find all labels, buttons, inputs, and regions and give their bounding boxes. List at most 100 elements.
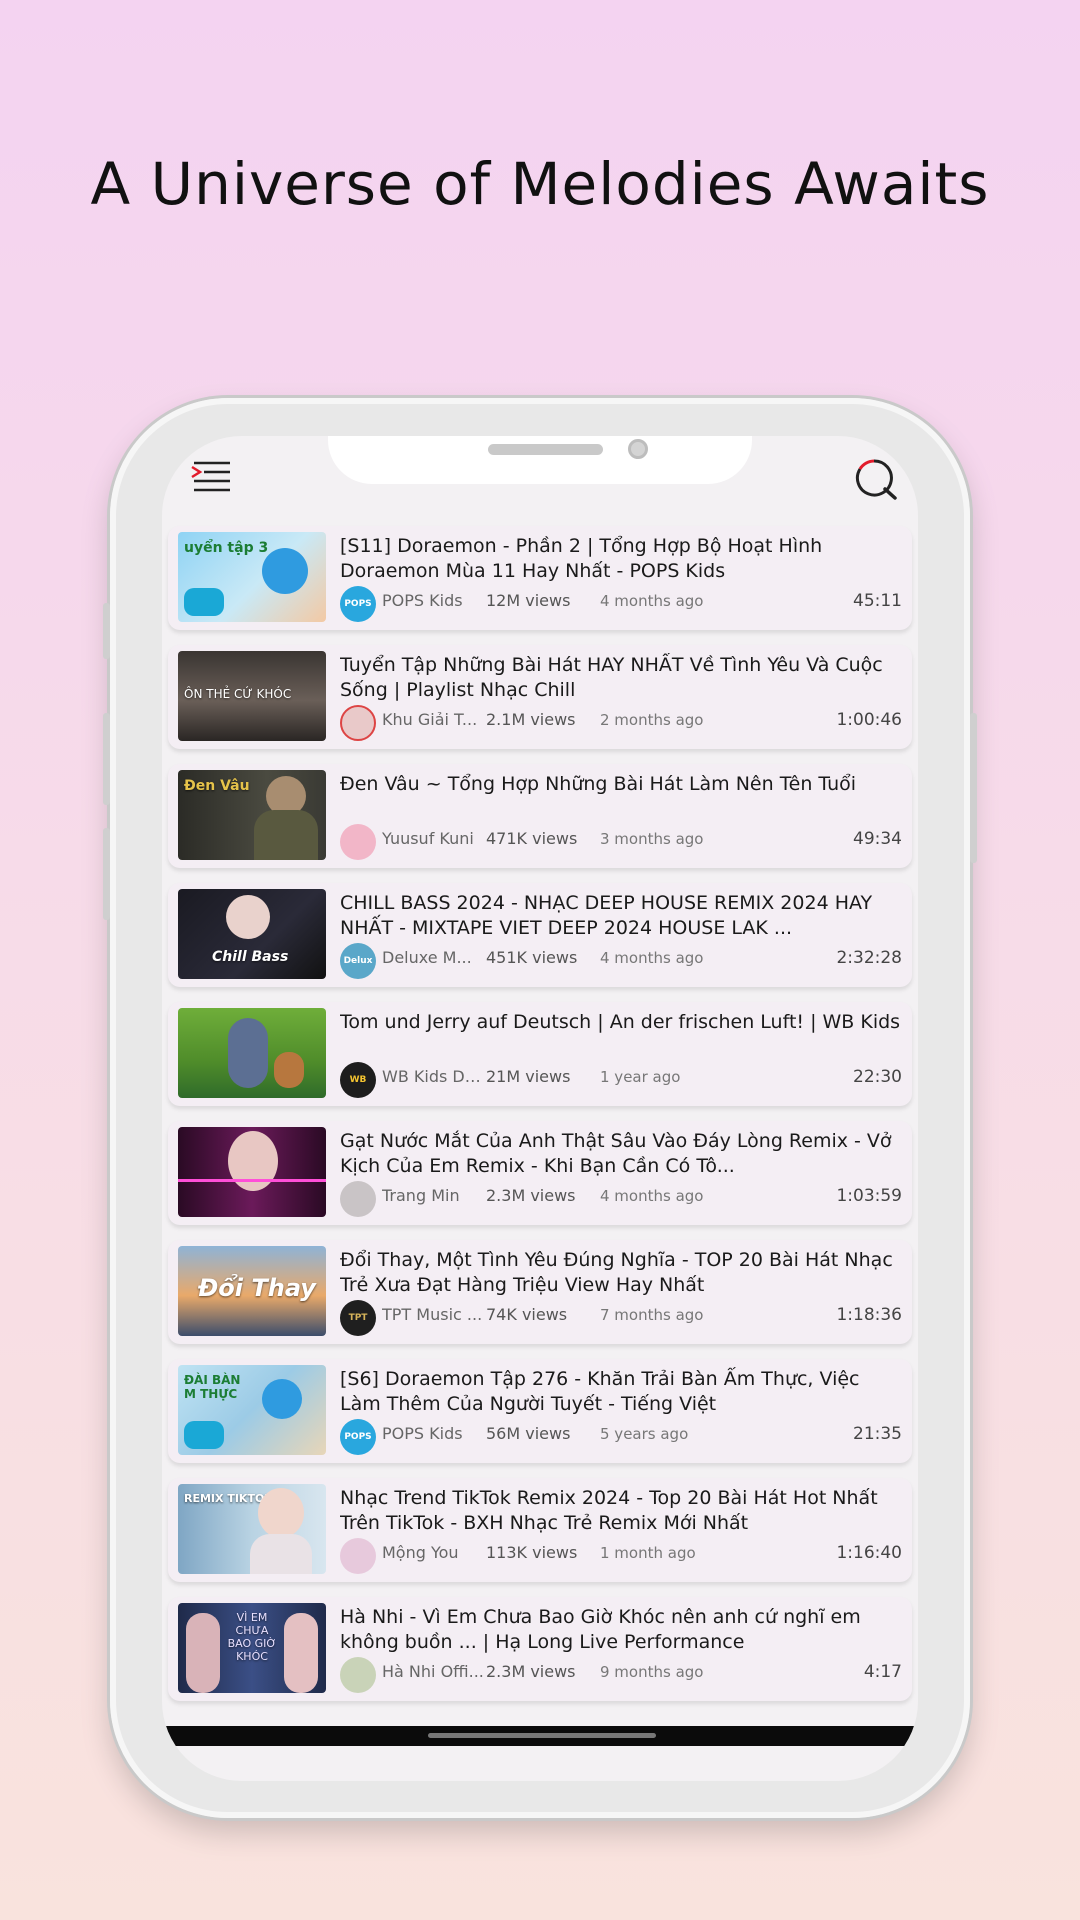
channel-name[interactable]: WB Kids Deu...	[382, 1067, 490, 1086]
channel-avatar[interactable]: Delux	[340, 943, 376, 979]
video-duration: 1:16:40	[836, 1543, 902, 1563]
volume-down-button	[103, 828, 110, 920]
upload-time: 4 months ago	[600, 1187, 704, 1205]
video-card[interactable]: uyển tập 3 [S11] Doraemon - Phần 2 | Tổn…	[168, 526, 912, 630]
view-count: 113K views	[486, 1543, 578, 1562]
channel-name[interactable]: POPS Kids	[382, 591, 490, 610]
channel-name[interactable]: Yuusuf Kuni	[382, 829, 490, 848]
notch	[328, 436, 752, 484]
video-card[interactable]: VÌ EM CHƯA BAO GIỜ KHÓC Hà Nhi - Vì Em C…	[168, 1597, 912, 1701]
video-thumbnail[interactable]: uyển tập 3	[178, 532, 326, 622]
channel-avatar[interactable]: POPS	[340, 586, 376, 622]
video-duration: 1:03:59	[836, 1186, 902, 1206]
video-thumbnail[interactable]: REMIX TIKTOK	[178, 1484, 326, 1574]
channel-avatar[interactable]	[340, 1181, 376, 1217]
view-count: 451K views	[486, 948, 578, 967]
app-screen: uyển tập 3 [S11] Doraemon - Phần 2 | Tổn…	[162, 436, 918, 1781]
front-camera	[628, 439, 648, 459]
video-card[interactable]: Đen Vâu Đen Vâu ~ Tổng Hợp Những Bài Hát…	[168, 764, 912, 868]
channel-avatar[interactable]: WB	[340, 1062, 376, 1098]
video-title[interactable]: [S11] Doraemon - Phần 2 | Tổng Hợp Bộ Ho…	[340, 534, 906, 584]
video-thumbnail[interactable]: Đen Vâu	[178, 770, 326, 860]
channel-avatar[interactable]: TPT	[340, 1300, 376, 1336]
video-duration: 4:17	[863, 1662, 902, 1682]
view-count: 2.3M views	[486, 1662, 576, 1681]
video-card[interactable]: Chill Bass CHILL BASS 2024 - NHẠC DEEP H…	[168, 883, 912, 987]
channel-name[interactable]: Trang Min	[382, 1186, 490, 1205]
video-title[interactable]: Gạt Nước Mắt Của Anh Thật Sâu Vào Đáy Lò…	[340, 1129, 906, 1179]
view-count: 2.3M views	[486, 1186, 576, 1205]
upload-time: 5 years ago	[600, 1425, 689, 1443]
channel-name[interactable]: Mộng You	[382, 1543, 490, 1562]
video-card[interactable]: Tom und Jerry auf Deutsch | An der frisc…	[168, 1002, 912, 1106]
channel-name[interactable]: Hà Nhi Offi...	[382, 1662, 490, 1681]
video-card[interactable]: ĐÀI BÀN M THỰC [S6] Doraemon Tập 276 - K…	[168, 1359, 912, 1463]
menu-icon[interactable]	[190, 460, 232, 494]
video-card[interactable]: REMIX TIKTOK Nhạc Trend TikTok Remix 202…	[168, 1478, 912, 1582]
channel-name[interactable]: Deluxe M...	[382, 948, 490, 967]
view-count: 56M views	[486, 1424, 571, 1443]
upload-time: 1 year ago	[600, 1068, 681, 1086]
video-duration: 2:32:28	[836, 948, 902, 968]
video-thumbnail[interactable]: Đổi Thay	[178, 1246, 326, 1336]
channel-avatar[interactable]: POPS	[340, 1419, 376, 1455]
video-duration: 21:35	[853, 1424, 902, 1444]
video-duration: 22:30	[853, 1067, 902, 1087]
channel-name[interactable]: TPT Music ...	[382, 1305, 490, 1324]
upload-time: 4 months ago	[600, 949, 704, 967]
channel-name[interactable]: POPS Kids	[382, 1424, 490, 1443]
video-duration: 49:34	[853, 829, 902, 849]
upload-time: 2 months ago	[600, 711, 704, 729]
video-thumbnail[interactable]	[178, 1127, 326, 1217]
thumbnail-text: ĐÀI BÀN M THỰC	[184, 1373, 241, 1401]
video-title[interactable]: [S6] Doraemon Tập 276 - Khăn Trải Bàn Ẩm…	[340, 1367, 906, 1417]
video-card[interactable]: Gạt Nước Mắt Của Anh Thật Sâu Vào Đáy Lò…	[168, 1121, 912, 1225]
volume-up-button	[103, 713, 110, 805]
channel-avatar[interactable]	[340, 705, 376, 741]
video-title[interactable]: Hà Nhi - Vì Em Chưa Bao Giờ Khóc nên anh…	[340, 1605, 906, 1655]
video-card[interactable]: Đổi Thay Đổi Thay, Một Tình Yêu Đúng Ngh…	[168, 1240, 912, 1344]
mute-switch	[103, 603, 110, 659]
upload-time: 9 months ago	[600, 1663, 704, 1681]
view-count: 74K views	[486, 1305, 568, 1324]
video-title[interactable]: CHILL BASS 2024 - NHẠC DEEP HOUSE REMIX …	[340, 891, 906, 941]
video-thumbnail[interactable]: VÌ EM CHƯA BAO GIỜ KHÓC	[178, 1603, 326, 1693]
upload-time: 4 months ago	[600, 592, 704, 610]
video-thumbnail[interactable]	[178, 1008, 326, 1098]
thumbnail-text: Đen Vâu	[184, 778, 250, 794]
video-duration: 1:00:46	[836, 710, 902, 730]
power-button	[970, 713, 977, 863]
video-title[interactable]: Đổi Thay, Một Tình Yêu Đúng Nghĩa - TOP …	[340, 1248, 906, 1298]
video-duration: 1:18:36	[836, 1305, 902, 1325]
video-thumbnail[interactable]: Chill Bass	[178, 889, 326, 979]
video-thumbnail[interactable]: ĐÀI BÀN M THỰC	[178, 1365, 326, 1455]
video-title[interactable]: Nhạc Trend TikTok Remix 2024 - Top 20 Bà…	[340, 1486, 906, 1536]
channel-avatar[interactable]	[340, 1657, 376, 1693]
channel-avatar[interactable]	[340, 1538, 376, 1574]
speaker	[488, 444, 603, 455]
phone-frame: uyển tập 3 [S11] Doraemon - Phần 2 | Tổn…	[103, 398, 977, 1818]
channel-avatar[interactable]	[340, 824, 376, 860]
video-title[interactable]: Tom und Jerry auf Deutsch | An der frisc…	[340, 1010, 906, 1035]
upload-time: 3 months ago	[600, 830, 704, 848]
video-card[interactable]: ÔN THẺ CỨ KHÓC Tuyển Tập Những Bài Hát H…	[168, 645, 912, 749]
video-title[interactable]: Tuyển Tập Những Bài Hát HAY NHẤT Về Tình…	[340, 653, 906, 703]
page-headline: A Universe of Melodies Awaits	[90, 150, 990, 218]
video-list: uyển tập 3 [S11] Doraemon - Phần 2 | Tổn…	[168, 526, 912, 1716]
upload-time: 7 months ago	[600, 1306, 704, 1324]
thumbnail-text: Đổi Thay	[198, 1274, 316, 1302]
view-count: 471K views	[486, 829, 578, 848]
view-count: 21M views	[486, 1067, 571, 1086]
channel-name[interactable]: Khu Giải T...	[382, 710, 490, 729]
home-indicator[interactable]	[428, 1733, 656, 1738]
view-count: 2.1M views	[486, 710, 576, 729]
search-icon[interactable]	[854, 458, 898, 500]
thumbnail-text: VÌ EM CHƯA BAO GIỜ KHÓC	[227, 1611, 277, 1663]
video-duration: 45:11	[853, 591, 902, 611]
upload-time: 1 month ago	[600, 1544, 696, 1562]
view-count: 12M views	[486, 591, 571, 610]
thumbnail-text: ÔN THẺ CỨ KHÓC	[184, 687, 292, 701]
video-thumbnail[interactable]: ÔN THẺ CỨ KHÓC	[178, 651, 326, 741]
thumbnail-text: Chill Bass	[212, 949, 289, 965]
video-title[interactable]: Đen Vâu ~ Tổng Hợp Những Bài Hát Làm Nên…	[340, 772, 906, 797]
